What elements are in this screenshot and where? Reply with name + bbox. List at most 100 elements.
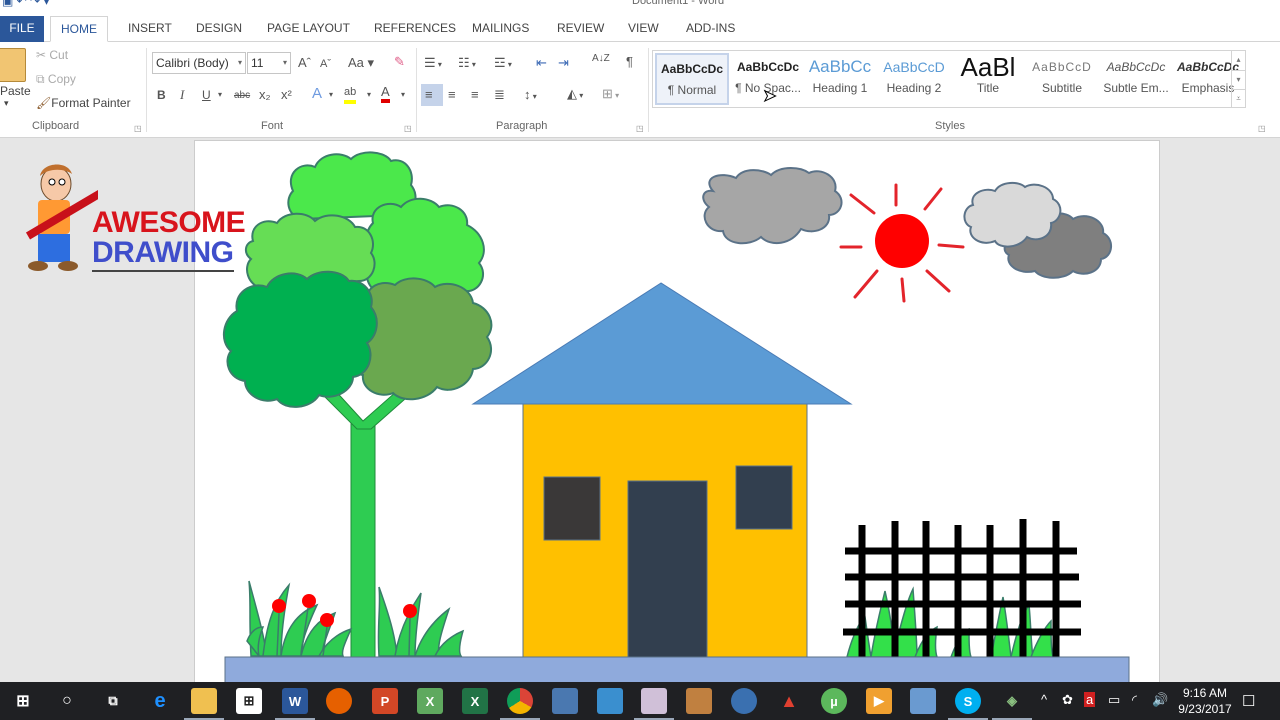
tab-design[interactable]: DESIGN — [186, 16, 252, 42]
show-hidden-icons[interactable]: ^ — [1041, 692, 1047, 707]
paste-dropdown-icon[interactable]: ▾ — [4, 98, 9, 109]
underline-dropdown-icon[interactable]: ▾ — [218, 87, 222, 103]
action-center-icon[interactable]: ☐ — [1242, 692, 1255, 710]
copy-button[interactable]: ⧉ Copy — [36, 72, 76, 87]
align-left-button-active[interactable]: ≡ — [421, 84, 443, 106]
line-spacing-button[interactable]: ↕ ▾ — [524, 87, 537, 105]
wifi-icon[interactable]: ◜ — [1132, 692, 1137, 708]
font-color-button[interactable]: A — [381, 84, 390, 103]
tree[interactable] — [222, 151, 493, 660]
justify-button[interactable]: ≣ — [494, 87, 505, 103]
italic-button[interactable]: I — [180, 87, 184, 103]
text-effects-dropdown-icon[interactable]: ▾ — [329, 87, 333, 103]
increase-indent-button[interactable]: ⇥ — [558, 55, 569, 71]
superscript-button[interactable]: x² — [281, 87, 292, 103]
remote-desktop-icon[interactable] — [910, 688, 936, 714]
shrink-font-button[interactable]: Aˇ — [320, 56, 331, 72]
clear-formatting-icon[interactable]: ✎ — [394, 54, 405, 70]
sort-button[interactable]: A↓Z — [592, 54, 610, 64]
gallery-more-button[interactable]: ⩡ — [1231, 89, 1245, 108]
utorrent-icon[interactable]: µ — [821, 688, 847, 714]
style-heading-2[interactable]: AaBbCcD Heading 2 — [877, 53, 951, 105]
style-title[interactable]: AaBl Title — [951, 53, 1025, 105]
style-subtitle[interactable]: AaBbCcD Subtitle — [1025, 53, 1099, 105]
format-painter-button[interactable]: 🖌Format Painter — [36, 96, 131, 110]
tab-add-ins[interactable]: ADD-INS — [676, 16, 745, 42]
font-size-select[interactable]: 11 ▾ — [247, 52, 291, 74]
dvd-app-icon[interactable] — [731, 688, 757, 714]
font-launcher-icon[interactable]: ◳ — [404, 124, 412, 133]
tab-view[interactable]: VIEW — [618, 16, 669, 42]
powerpoint-icon[interactable]: P — [372, 688, 398, 714]
clipboard-launcher-icon[interactable]: ◳ — [134, 124, 142, 133]
font-color-dropdown-icon[interactable]: ▾ — [401, 87, 405, 103]
styles-launcher-icon[interactable]: ◳ — [1258, 124, 1266, 133]
align-center-button[interactable]: ≡ — [448, 87, 456, 103]
paste-button[interactable]: Paste — [0, 84, 31, 98]
skype-icon[interactable]: S — [955, 688, 981, 714]
cut-button[interactable]: ✂ Cut — [36, 48, 68, 62]
system-clock[interactable]: 9:16 AM 9/23/2017 — [1170, 685, 1240, 717]
chrome-icon[interactable] — [507, 688, 533, 714]
tab-insert[interactable]: INSERT — [118, 16, 182, 42]
borders-button[interactable]: ⊞ ▾ — [602, 86, 619, 104]
style-heading-1[interactable]: AaBbCc Heading 1 — [803, 53, 877, 105]
paragraph-launcher-icon[interactable]: ◳ — [636, 124, 644, 133]
pencil-app-icon[interactable]: ▲ — [776, 688, 802, 714]
tab-page-layout[interactable]: PAGE LAYOUT — [257, 16, 360, 42]
firefox-icon[interactable] — [326, 688, 352, 714]
edge-icon[interactable]: e — [147, 688, 173, 714]
style-normal[interactable]: AaBbCcDc ¶ Normal — [655, 53, 729, 105]
screen-recorder-icon[interactable]: ◈ — [999, 688, 1025, 714]
excel-icon[interactable]: X — [462, 688, 488, 714]
gallery-scroll-down[interactable]: ▾ — [1231, 70, 1245, 89]
gallery-scroll-up[interactable]: ▴ — [1231, 51, 1245, 70]
task-view-icon[interactable]: ⧉ — [100, 688, 126, 714]
show-formatting-marks-button[interactable]: ¶ — [626, 54, 633, 70]
house[interactable] — [471, 282, 853, 659]
underline-button[interactable]: U — [202, 87, 211, 103]
battery-icon[interactable]: ▭ — [1108, 692, 1120, 708]
tab-references[interactable]: REFERENCES — [364, 16, 466, 42]
paint-app-icon[interactable] — [641, 688, 667, 714]
highlight-dropdown-icon[interactable]: ▾ — [367, 87, 371, 103]
style-subtle-emphasis[interactable]: AaBbCcDc Subtle Em... — [1099, 53, 1173, 105]
media-app-icon[interactable] — [552, 688, 578, 714]
flowers-left[interactable] — [246, 580, 353, 657]
file-explorer-icon[interactable] — [191, 688, 217, 714]
excel-2010-icon[interactable]: X — [417, 688, 443, 714]
tab-mailings[interactable]: MAILINGS — [462, 16, 539, 42]
multilevel-list-button[interactable]: ☲ ▾ — [494, 55, 512, 73]
video-player-icon[interactable]: ▶ — [866, 688, 892, 714]
cloud-left[interactable] — [702, 167, 843, 245]
shading-button[interactable]: ◭ ▾ — [567, 86, 583, 104]
tab-file[interactable]: FILE — [0, 16, 44, 42]
strikethrough-button[interactable]: abc — [234, 88, 250, 104]
align-right-button[interactable]: ≡ — [471, 87, 479, 103]
flowers-right[interactable] — [377, 586, 465, 657]
start-icon[interactable]: ⊞ — [10, 688, 36, 714]
numbering-button[interactable]: ☷ ▾ — [458, 55, 476, 73]
tab-review[interactable]: REVIEW — [547, 16, 614, 42]
tab-home[interactable]: HOME — [50, 16, 108, 42]
document-page[interactable] — [194, 140, 1160, 682]
ground[interactable] — [224, 656, 1130, 682]
store-icon[interactable]: ⊞ — [236, 688, 262, 714]
subscript-button[interactable]: x₂ — [259, 87, 271, 103]
cloud-light[interactable] — [963, 181, 1062, 248]
volume-icon[interactable]: 🔊 — [1152, 692, 1168, 708]
bullets-button[interactable]: ☰ ▾ — [424, 55, 442, 73]
change-case-button[interactable]: Aa ▾ — [348, 55, 374, 71]
highlight-button[interactable]: ab — [344, 84, 357, 104]
network-app-icon[interactable]: ✿ — [1062, 692, 1073, 708]
paste-icon[interactable] — [0, 48, 26, 82]
display-app-icon[interactable] — [597, 688, 623, 714]
decrease-indent-button[interactable]: ⇤ — [536, 55, 547, 71]
antivirus-icon[interactable]: a — [1084, 692, 1096, 707]
word-icon[interactable]: W — [282, 688, 308, 714]
quick-access-toolbar[interactable]: ▣ ↶ ↷ ▾ — [2, 0, 49, 8]
bold-button[interactable]: B — [157, 87, 166, 103]
cortana-icon[interactable]: ○ — [54, 688, 80, 714]
font-name-select[interactable]: Calibri (Body) ▾ — [152, 52, 246, 74]
sun[interactable] — [839, 183, 965, 303]
